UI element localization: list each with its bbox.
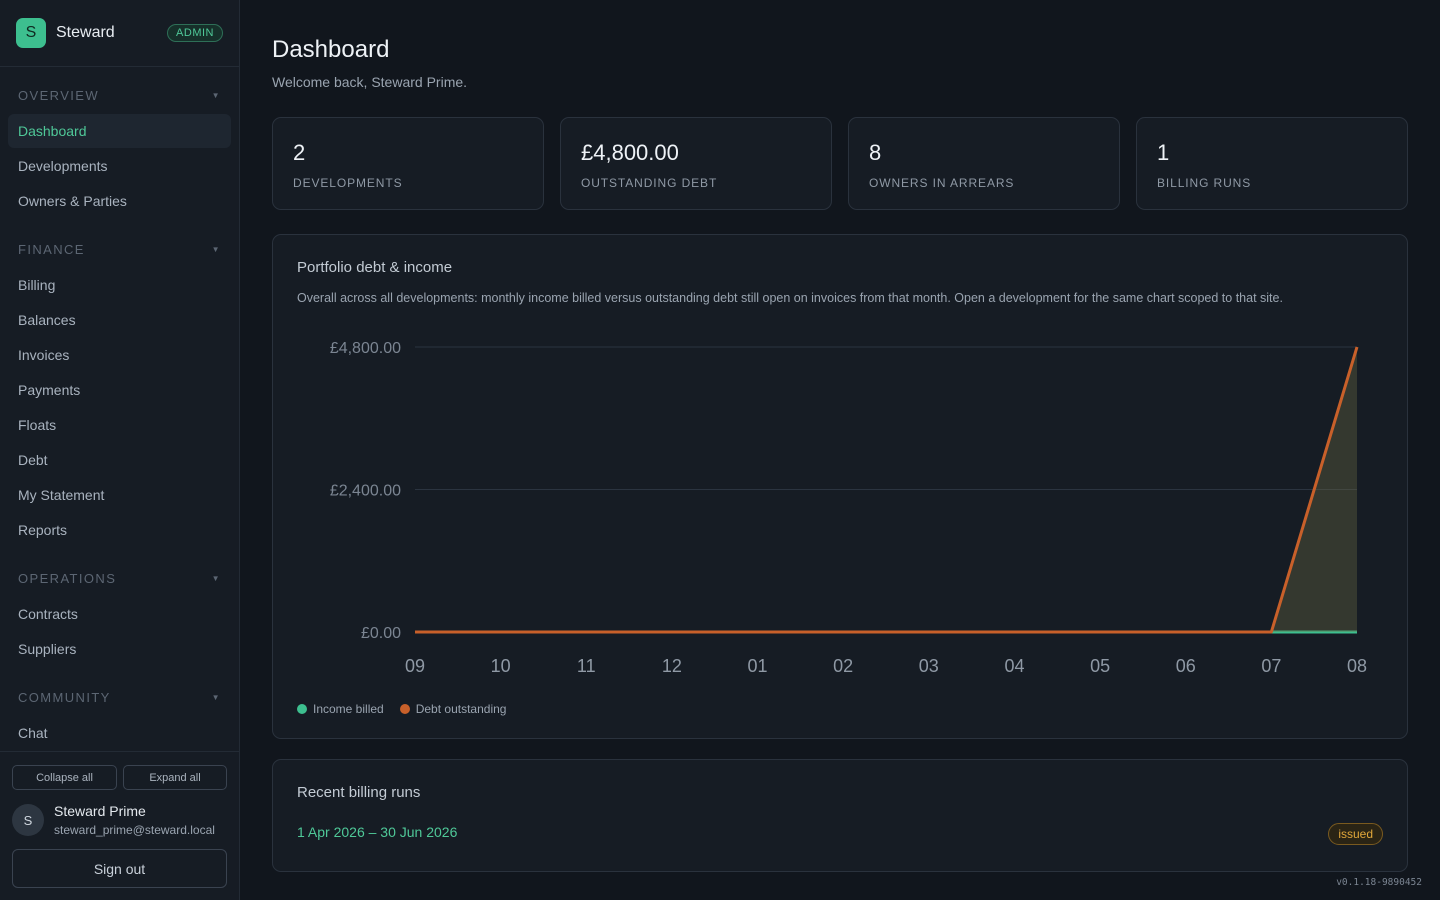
- billing-run-link[interactable]: 1 Apr 2026 – 30 Jun 2026: [297, 824, 457, 840]
- user-email: steward_prime@steward.local: [54, 823, 215, 837]
- brand-logo: S: [16, 18, 46, 48]
- section-community[interactable]: COMMUNITY ▼: [18, 690, 221, 705]
- sidebar-item-payments[interactable]: Payments: [8, 373, 231, 407]
- sidebar-item-owners-parties[interactable]: Owners & Parties: [8, 184, 231, 218]
- legend-label: Debt outstanding: [415, 702, 507, 716]
- billing-runs-panel: Recent billing runs 1 Apr 2026 – 30 Jun …: [272, 759, 1408, 872]
- avatar: S: [12, 804, 44, 836]
- y-tick-label: £0.00: [361, 625, 401, 642]
- sidebar-item-floats[interactable]: Floats: [8, 408, 231, 442]
- stat-card-outstanding-debt: £4,800.00 OUTSTANDING DEBT: [560, 117, 832, 210]
- stat-value: £4,800.00: [581, 140, 679, 165]
- sidebar-item-suppliers[interactable]: Suppliers: [8, 632, 231, 666]
- x-tick-label: 11: [577, 656, 596, 676]
- x-tick-label: 10: [491, 656, 511, 676]
- x-tick-label: 06: [1176, 656, 1196, 676]
- legend-swatch: [297, 704, 307, 714]
- page-subtitle: Welcome back, Steward Prime.: [272, 74, 468, 90]
- role-badge: ADMIN: [167, 24, 223, 42]
- sidebar-item-dashboard[interactable]: Dashboard: [8, 114, 231, 148]
- x-tick-label: 09: [405, 656, 425, 676]
- legend-item-income: Income billed: [297, 702, 384, 716]
- section-title: COMMUNITY: [18, 690, 111, 705]
- sidebar-item-billing[interactable]: Billing: [8, 268, 231, 302]
- x-tick-label: 07: [1261, 656, 1281, 676]
- y-tick-label: £2,400.00: [330, 483, 401, 500]
- section-title: FINANCE: [18, 242, 85, 257]
- sidebar-item-balances[interactable]: Balances: [8, 303, 231, 337]
- sidebar-item-developments[interactable]: Developments: [8, 149, 231, 183]
- version-label: v0.1.18-9890452: [1336, 877, 1422, 888]
- stat-label: DEVELOPMENTS: [293, 176, 403, 190]
- page-title: Dashboard: [272, 36, 390, 63]
- sidebar-item-reports[interactable]: Reports: [8, 513, 231, 547]
- x-tick-label: 02: [833, 656, 853, 676]
- legend-label: Income billed: [313, 702, 384, 716]
- brand-header: S Steward ADMIN: [0, 0, 239, 67]
- brand-name: Steward: [56, 24, 115, 41]
- sidebar-item-invoices[interactable]: Invoices: [8, 338, 231, 372]
- stat-card-billing-runs: 1 BILLING RUNS: [1136, 117, 1408, 210]
- section-overview[interactable]: OVERVIEW ▼: [18, 88, 221, 103]
- chevron-down-icon: ▼: [211, 574, 221, 583]
- sidebar-item-contracts[interactable]: Contracts: [8, 597, 231, 631]
- x-tick-label: 05: [1090, 656, 1110, 676]
- x-tick-label: 12: [662, 656, 682, 676]
- sidebar: S Steward ADMIN OVERVIEW ▼ Dashboard Dev…: [0, 0, 240, 900]
- sidebar-item-my-statement[interactable]: My Statement: [8, 478, 231, 512]
- x-tick-label: 01: [748, 656, 768, 676]
- chart-panel: Portfolio debt & income Overall across a…: [272, 234, 1408, 739]
- chevron-down-icon: ▼: [211, 693, 221, 702]
- expand-all-button[interactable]: Expand all: [123, 765, 227, 790]
- stat-card-developments: 2 DEVELOPMENTS: [272, 117, 544, 210]
- stat-label: BILLING RUNS: [1157, 176, 1252, 190]
- stat-value: 1: [1157, 140, 1170, 165]
- chevron-down-icon: ▼: [211, 91, 221, 100]
- legend-swatch: [399, 704, 410, 714]
- x-tick-label: 04: [1004, 656, 1024, 676]
- section-finance[interactable]: FINANCE ▼: [18, 242, 221, 257]
- user-name: Steward Prime: [54, 803, 146, 819]
- sign-out-button[interactable]: Sign out: [12, 849, 227, 888]
- x-tick-label: 08: [1347, 656, 1367, 676]
- sidebar-item-chat[interactable]: Chat: [8, 716, 231, 750]
- stat-label: OUTSTANDING DEBT: [581, 176, 718, 190]
- status-badge: issued: [1328, 823, 1383, 845]
- chevron-down-icon: ▼: [211, 245, 221, 254]
- sidebar-item-debt[interactable]: Debt: [8, 443, 231, 477]
- x-tick-label: 03: [919, 656, 939, 676]
- sidebar-footer: Collapse all Expand all S Steward Prime …: [0, 751, 239, 900]
- debt-income-chart: £0.00 £2,400.00 £4,800.00 09 10 11 12 01 02 03 04 0…: [330, 340, 1367, 676]
- chart-legend: Income billed Debt outstanding: [297, 702, 522, 716]
- stat-value: 8: [869, 140, 882, 165]
- stat-label: OWNERS IN ARREARS: [869, 176, 1015, 190]
- legend-item-debt: Debt outstanding: [399, 702, 507, 716]
- stat-value: 2: [293, 140, 306, 165]
- stat-card-owners-in-arrears: 8 OWNERS IN ARREARS: [848, 117, 1120, 210]
- section-title: OVERVIEW: [18, 88, 100, 103]
- section-title: OPERATIONS: [18, 571, 117, 586]
- y-tick-label: £4,800.00: [330, 340, 401, 357]
- collapse-all-button[interactable]: Collapse all: [12, 765, 117, 790]
- billing-runs-title: Recent billing runs: [297, 784, 421, 801]
- section-operations[interactable]: OPERATIONS ▼: [18, 571, 221, 586]
